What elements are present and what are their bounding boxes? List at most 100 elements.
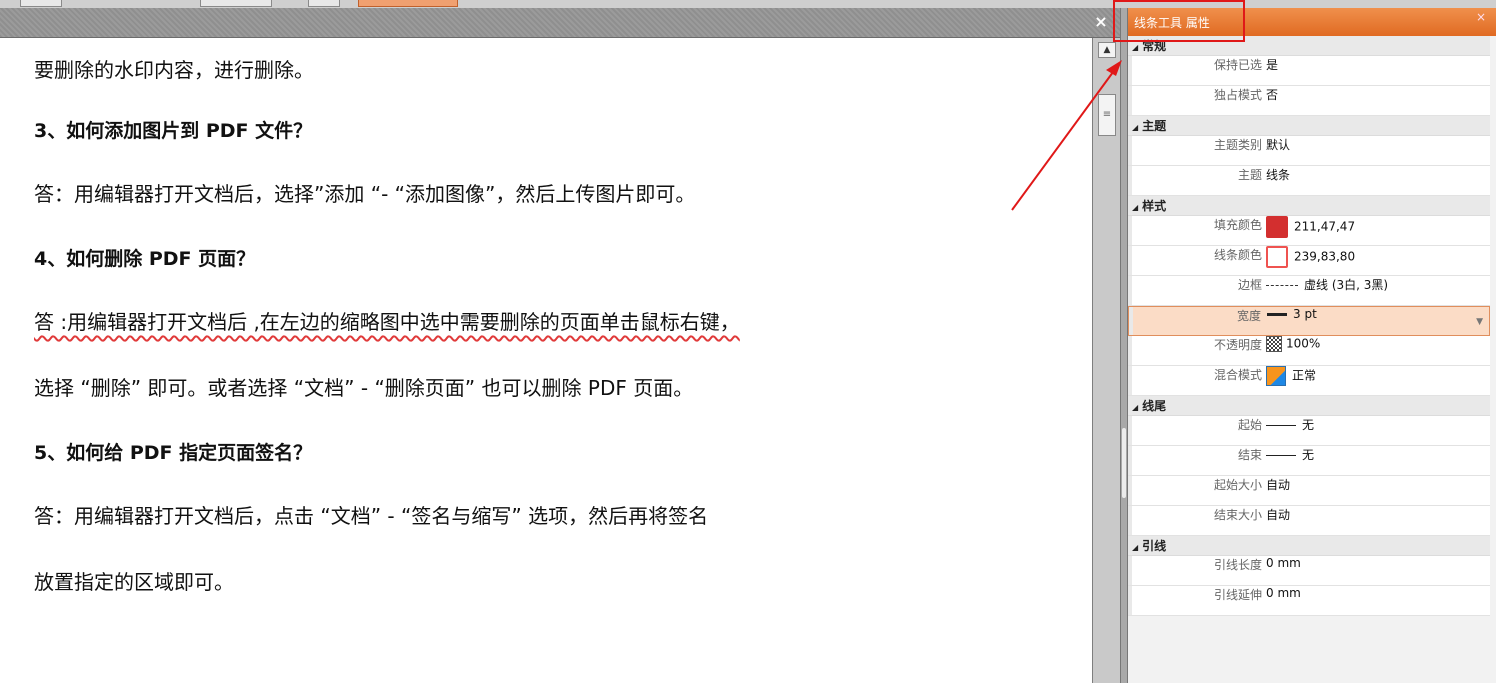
property-row[interactable]: 不透明度 100% [1128,336,1490,366]
row-gutter [1128,586,1132,615]
category-0[interactable]: ◢ 常规 [1128,36,1490,56]
line-end-icon [1266,425,1296,426]
property-label: 主题类别 [1213,138,1262,152]
property-value[interactable]: 自动 [1266,476,1290,493]
property-value-text: 自动 [1266,478,1291,492]
category-3[interactable]: ◢ 线尾 [1128,396,1490,416]
property-label: 填充颜色 [1213,218,1262,232]
property-row[interactable]: 结束 无 [1128,446,1490,476]
row-gutter [1128,86,1132,115]
row-gutter [1128,276,1132,305]
property-row[interactable]: 混合模式 正常 [1128,366,1490,396]
close-panel-icon[interactable]: × [1476,10,1486,24]
property-value[interactable]: 100% [1266,336,1320,352]
doc-heading: 3、如何添加图片到 PDF 文件？ [34,120,313,142]
row-gutter [1128,476,1132,505]
stroke-color-swatch [1266,246,1288,268]
property-value[interactable]: 0 mm [1266,556,1301,570]
row-gutter [1128,416,1132,445]
toolbar-button[interactable] [308,0,340,7]
line-width-icon [1267,313,1287,316]
scroll-thumb[interactable]: ≡ [1098,94,1116,136]
property-value-text: 虚线 (3白, 3黑) [1304,278,1389,292]
category-1[interactable]: ◢ 主题 [1128,116,1490,136]
property-value[interactable]: 自动 [1266,506,1290,523]
property-value[interactable]: 否 [1266,86,1278,103]
property-value-text: 是 [1266,58,1279,72]
row-gutter [1128,136,1132,165]
property-value[interactable]: 线条 [1266,166,1290,183]
category-label: 线尾 [1142,399,1167,413]
splitter-grip[interactable] [1122,428,1126,498]
property-value-text: 0 mm [1266,586,1301,600]
doc-line-spellcheck: 答 :用编辑器打开文档后 ,在左边的缩略图中选中需要删除的页面单击鼠标右键， [34,310,740,334]
row-gutter [1128,56,1132,85]
row-gutter [1129,307,1133,335]
collapse-triangle-icon[interactable]: ◢ [1132,403,1138,412]
property-label: 引线长度 [1213,558,1262,572]
property-label: 结束 [1237,448,1262,462]
toolbar-button[interactable] [200,0,272,7]
property-value-text: 无 [1302,448,1315,462]
collapse-triangle-icon[interactable]: ◢ [1132,203,1138,212]
property-row[interactable]: 引线延伸 0 mm [1128,586,1490,616]
doc-line: 答：用编辑器打开文档后，点击 “文档” - “签名与缩写” 选项，然后再将签名 [34,504,709,528]
row-gutter [1128,246,1132,275]
vertical-scrollbar[interactable]: ▲ ≡ [1092,38,1120,683]
property-row[interactable]: 宽度 3 pt ▼ [1128,306,1490,336]
property-row[interactable]: 引线长度 0 mm [1128,556,1490,586]
property-row[interactable]: 起始大小 自动 [1128,476,1490,506]
toolbar-button-active[interactable] [358,0,458,7]
property-value-text: 线条 [1266,168,1291,182]
category-label: 引线 [1142,539,1167,553]
property-row[interactable]: 主题 线条 [1128,166,1490,196]
property-label: 边框 [1237,278,1262,292]
row-gutter [1128,166,1132,195]
close-document-icon[interactable]: × [1092,13,1110,31]
property-value[interactable]: 无 [1266,446,1314,463]
property-value[interactable]: 239,83,80 [1266,246,1355,268]
property-label: 混合模式 [1213,368,1262,382]
panel-splitter[interactable] [1120,8,1128,683]
line-end-icon [1266,455,1296,456]
property-value[interactable]: 虚线 (3白, 3黑) [1266,276,1388,293]
property-value[interactable]: 3 pt [1267,307,1317,321]
property-value-text: 3 pt [1293,307,1317,321]
property-value[interactable]: 默认 [1266,136,1290,153]
property-row[interactable]: 线条颜色 239,83,80 [1128,246,1490,276]
property-row[interactable]: 起始 无 [1128,416,1490,446]
property-row[interactable]: 独占模式否 [1128,86,1490,116]
blend-mode-icon [1266,366,1286,386]
property-row[interactable]: 边框 虚线 (3白, 3黑) [1128,276,1490,306]
property-row[interactable]: 主题类别 默认 [1128,136,1490,166]
category-2[interactable]: ◢ 样式 [1128,196,1490,216]
dashed-line-icon [1266,285,1298,286]
property-grid: ◢ 常规 保持已选是独占模式否 ◢ 主题 主题类别 默认 主题 线条 ◢ 样式 填充颜色 211,47,… [1128,36,1490,616]
panel-header: 线条工具 属性 × [1128,8,1496,36]
property-value[interactable]: 211,47,47 [1266,216,1355,238]
collapse-triangle-icon[interactable]: ◢ [1132,43,1138,52]
property-row[interactable]: 填充颜色 211,47,47 [1128,216,1490,246]
property-label: 独占模式 [1213,88,1262,102]
dropdown-arrow-icon[interactable]: ▼ [1476,307,1483,337]
property-value-text: 默认 [1266,138,1291,152]
property-value[interactable]: 无 [1266,416,1314,433]
row-gutter [1128,366,1132,395]
property-value[interactable]: 正常 [1266,366,1316,386]
property-value[interactable]: 0 mm [1266,586,1301,600]
opacity-checker-icon [1266,336,1282,352]
property-row[interactable]: 结束大小 自动 [1128,506,1490,536]
property-value[interactable]: 是 [1266,56,1278,73]
property-value-text: 无 [1302,418,1315,432]
row-gutter [1128,336,1132,365]
doc-heading: 5、如何给 PDF 指定页面签名？ [34,442,313,464]
property-label: 宽度 [1236,309,1261,323]
toolbar-button[interactable] [20,0,62,7]
property-value-text: 否 [1266,88,1279,102]
property-label: 起始 [1237,418,1262,432]
scroll-up-icon[interactable]: ▲ [1098,42,1116,58]
category-4[interactable]: ◢ 引线 [1128,536,1490,556]
collapse-triangle-icon[interactable]: ◢ [1132,123,1138,132]
property-row[interactable]: 保持已选是 [1128,56,1490,86]
collapse-triangle-icon[interactable]: ◢ [1132,543,1138,552]
